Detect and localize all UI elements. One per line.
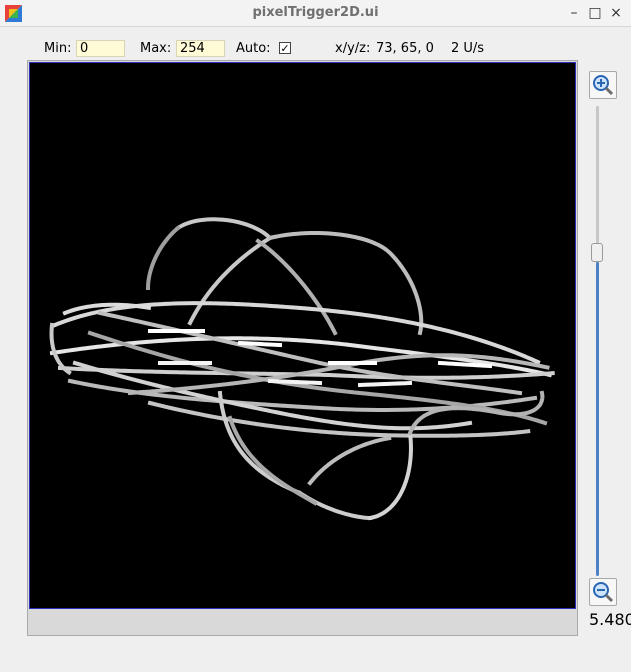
title-bar: pixelTrigger2D.ui – □ ×: [0, 0, 631, 27]
zoom-in-icon: [593, 75, 614, 96]
zoom-slider-fill: [596, 262, 599, 576]
auto-checkbox[interactable]: ✓: [279, 42, 291, 55]
close-button[interactable]: ×: [607, 3, 625, 23]
rate-value: 2 U/s: [451, 41, 485, 56]
zoom-out-button[interactable]: [589, 578, 617, 606]
minimize-button[interactable]: –: [565, 3, 583, 23]
pixel-image: [49, 217, 558, 521]
min-field[interactable]: 0: [76, 40, 125, 57]
zoom-out-icon: [593, 582, 614, 603]
max-field[interactable]: 254: [176, 40, 225, 57]
min-label: Min:: [44, 41, 72, 56]
image-canvas[interactable]: [29, 62, 576, 609]
coords-value: 73, 65, 0: [376, 41, 434, 56]
max-label: Max:: [140, 41, 172, 56]
window-title: pixelTrigger2D.ui: [252, 5, 379, 20]
coords-label: x/y/z:: [335, 41, 371, 56]
maximize-button[interactable]: □: [586, 3, 604, 23]
toolbar: Min: 0 Max: 254 Auto: ✓ x/y/z: 73, 65, 0…: [0, 38, 631, 60]
zoom-slider-handle[interactable]: [591, 243, 603, 262]
auto-label: Auto:: [236, 41, 271, 56]
zoom-value: 5.480: [589, 610, 631, 629]
zoom-in-button[interactable]: [589, 71, 617, 99]
